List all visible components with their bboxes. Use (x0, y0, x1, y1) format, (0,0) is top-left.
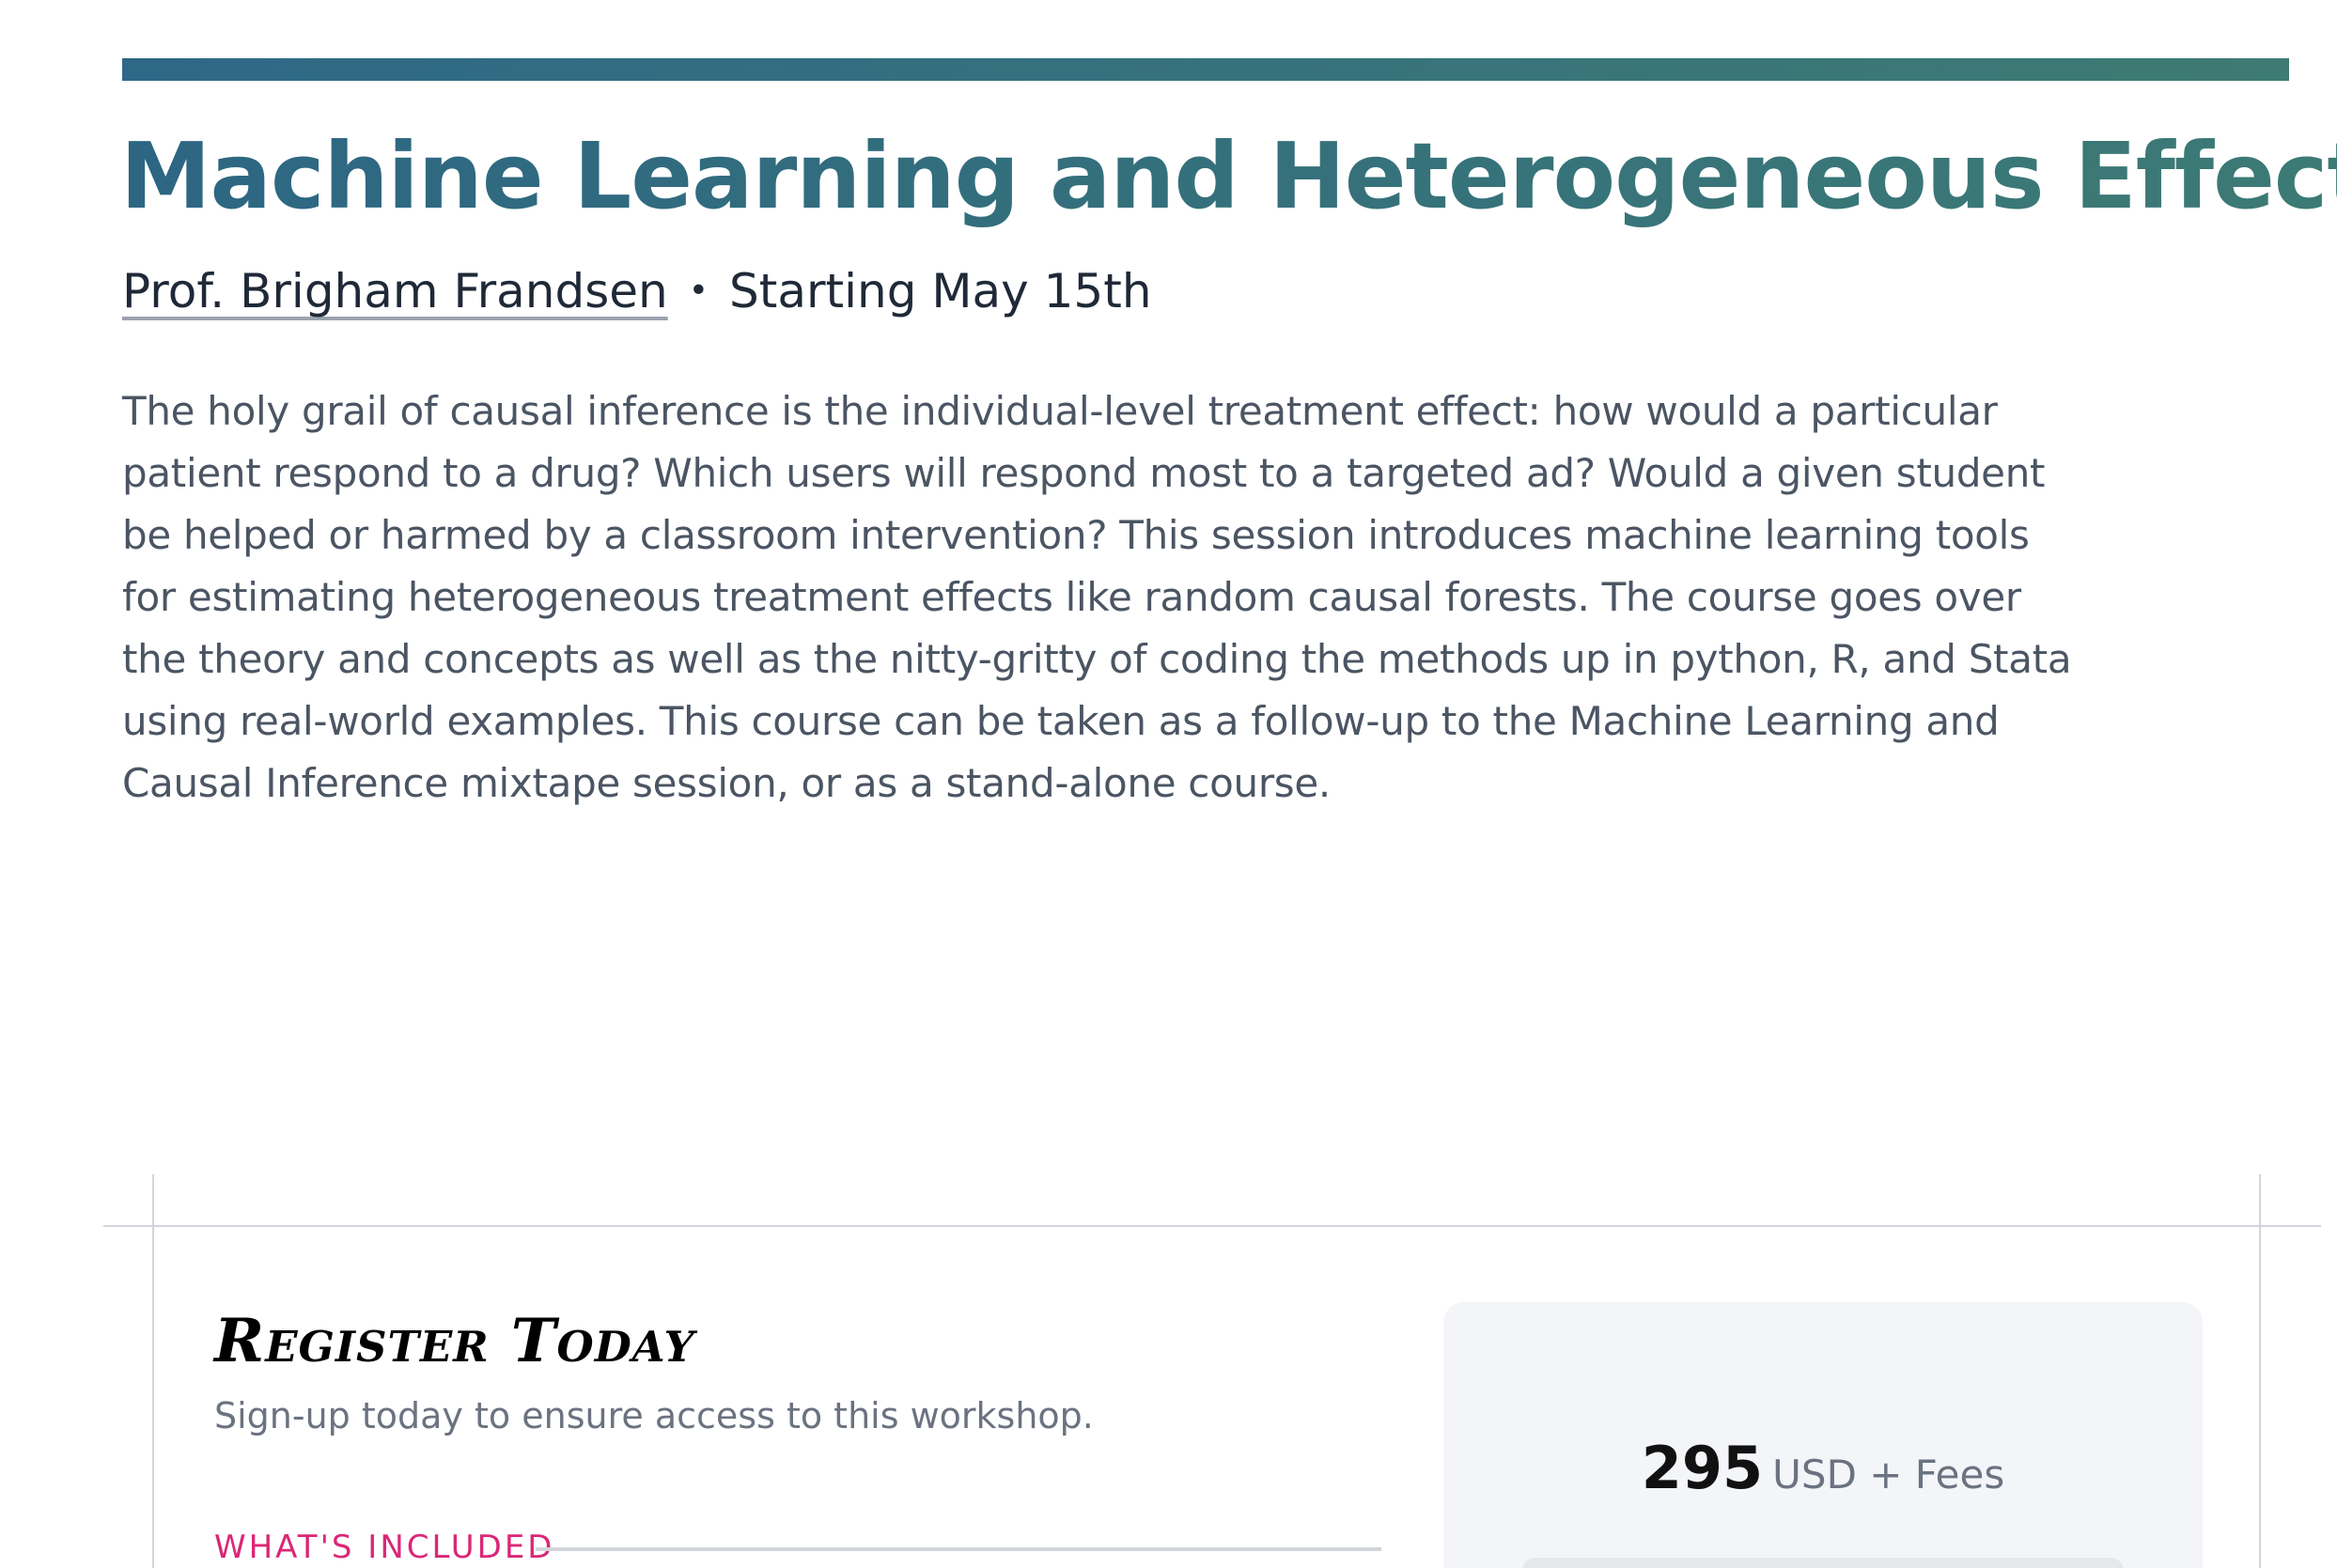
price-currency: USD + Fees (1772, 1452, 2005, 1498)
card-border-top (103, 1225, 2321, 1227)
card-border-left (152, 1174, 154, 1568)
price-line: 295 USD + Fees (1443, 1434, 2203, 1502)
instructor-link[interactable]: Prof. Brigham Frandsen (122, 264, 668, 318)
price-panel: 295 USD + Fees (1443, 1302, 2203, 1568)
meta-separator: • (688, 272, 709, 310)
course-page: Machine Learning and Heterogeneous Effec… (0, 0, 2337, 1568)
whats-included-divider (536, 1547, 1381, 1551)
register-subheading: Sign-up today to ensure access to this w… (214, 1395, 1094, 1436)
start-date: Starting May 15th (728, 264, 1152, 318)
course-description: The holy grail of causal inference is th… (122, 388, 2072, 806)
whats-included-label: WHAT'S INCLUDED (214, 1529, 555, 1566)
course-title: Machine Learning and Heterogeneous Effec… (120, 120, 2337, 233)
accent-bar (122, 58, 2289, 81)
register-button-edge[interactable] (1522, 1558, 2124, 1568)
course-meta: Prof. Brigham Frandsen • Starting May 15th (122, 261, 1152, 321)
card-border-right (2259, 1174, 2261, 1568)
price-amount: 295 (1641, 1434, 1764, 1502)
register-heading: Register Today (214, 1306, 695, 1376)
